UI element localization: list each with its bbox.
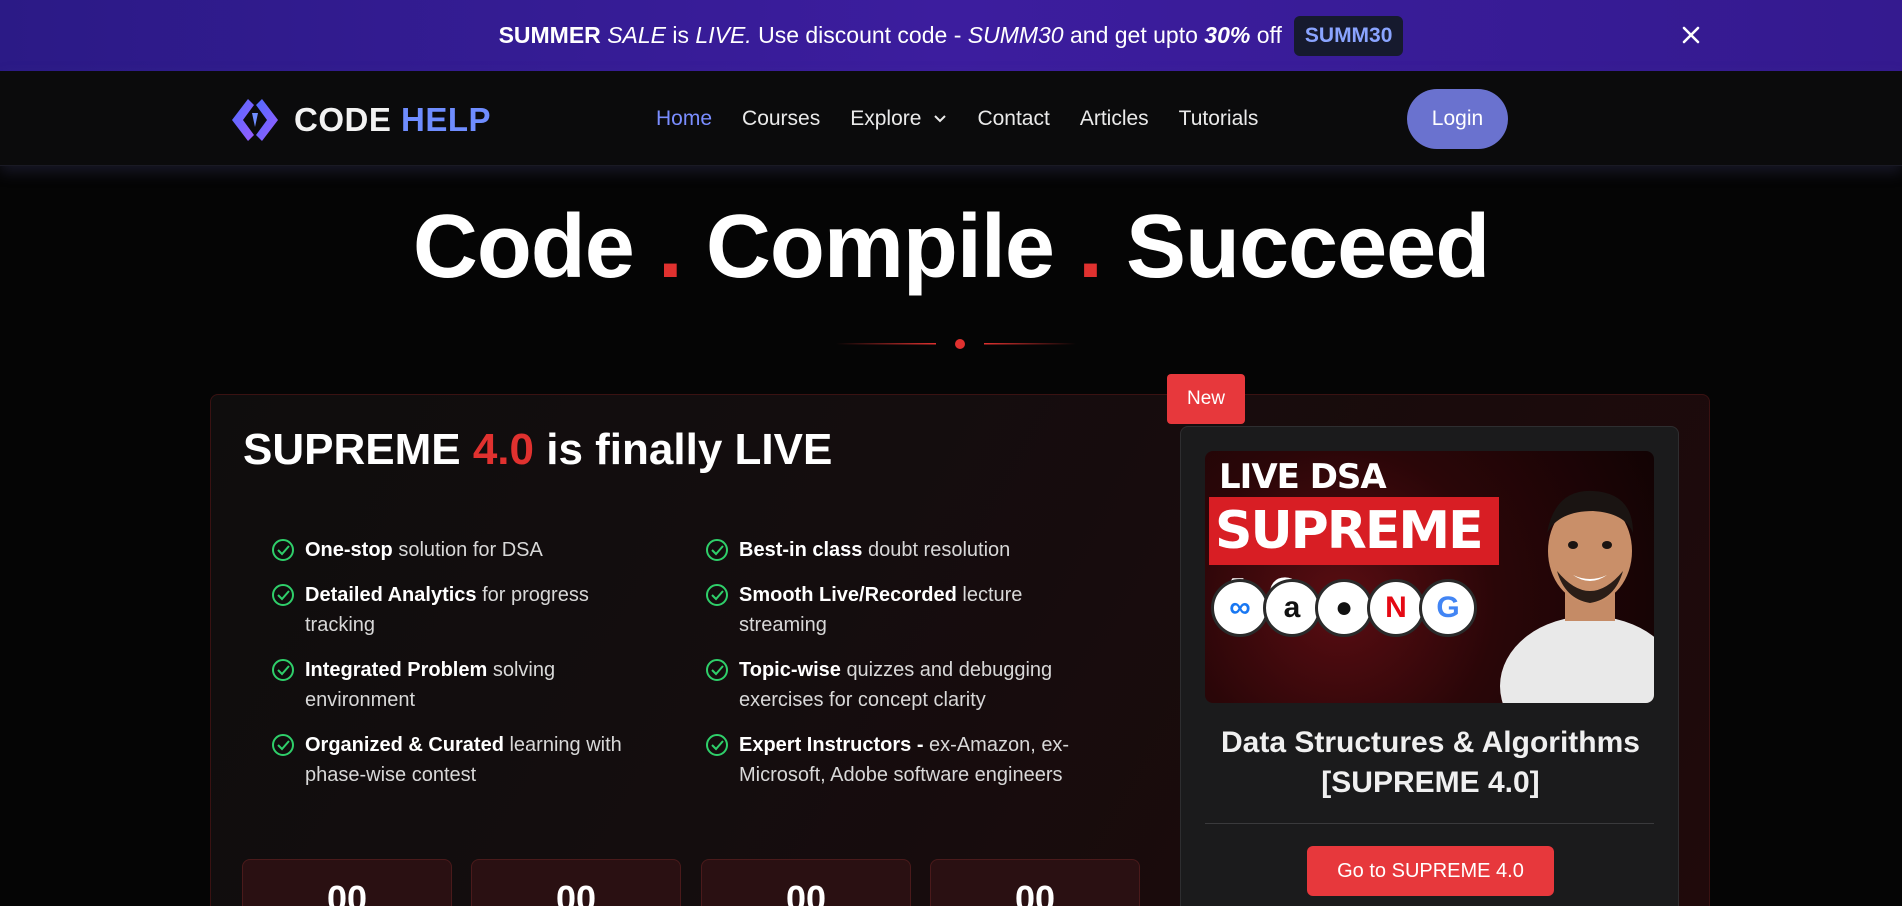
course-card[interactable]: LIVE DSA SUPREME 4.0 ∞ a ● N G Data Stru… [1180, 426, 1679, 906]
feature-bold: Best-in class [739, 539, 863, 561]
promo-discount: 30% [1204, 22, 1251, 48]
feature-bold: Expert Instructors - [739, 734, 924, 756]
course-title[interactable]: Data Structures & Algorithms [SUPREME 4.… [1181, 723, 1680, 803]
check-circle-icon [706, 659, 728, 681]
check-circle-icon [272, 539, 294, 561]
feature-bold: Detailed Analytics [305, 584, 477, 606]
feature-item: Organized & Curated learning with phase-… [271, 730, 651, 790]
netflix-logo-icon: N [1367, 579, 1425, 637]
feature-text: Expert Instructors - ex-Amazon, ex-Micro… [739, 730, 1095, 790]
hero-word-code: Code [412, 197, 635, 297]
login-button[interactable]: Login [1407, 89, 1508, 149]
nav-explore-label: Explore [850, 107, 922, 130]
countdown-box: 00 [701, 859, 911, 906]
feature-item: Detailed Analytics for progress tracking [271, 580, 651, 640]
close-icon[interactable] [1676, 20, 1706, 50]
feature-bold: Topic-wise [739, 659, 841, 681]
feature-text: Detailed Analytics for progress tracking [305, 580, 651, 640]
feature-text: Organized & Curated learning with phase-… [305, 730, 651, 790]
promo-word: is [672, 22, 690, 48]
hero-dot: . [1077, 197, 1103, 297]
go-to-supreme-button[interactable]: Go to SUPREME 4.0 [1307, 846, 1554, 896]
feature-text: Integrated Problem solving environment [305, 655, 651, 715]
card-title-live: is finally LIVE [546, 425, 833, 474]
check-circle-icon [706, 584, 728, 606]
feature-rest: doubt resolution [867, 539, 1011, 561]
apple-logo-icon: ● [1315, 579, 1373, 637]
promo-word: SUMMER [498, 22, 601, 48]
feature-item: One-stop solution for DSA [271, 535, 651, 565]
navbar: CODE HELP Home Courses Explore Contact A… [0, 71, 1902, 166]
promo-word: and get upto [1070, 22, 1198, 48]
countdown-box: 00 [930, 859, 1140, 906]
thumbnail-supreme-label: SUPREME 4.0 [1209, 497, 1499, 629]
nav-articles[interactable]: Articles [1080, 107, 1149, 131]
logo-text-code: CODE [294, 101, 392, 138]
hero-word-compile: Compile [705, 197, 1055, 297]
feature-bold: Organized & Curated [305, 734, 504, 756]
hero-word-succeed: Succeed [1125, 197, 1490, 297]
card-title-supreme: SUPREME [243, 425, 461, 474]
hero-title: Code . Compile . Succeed [0, 196, 1902, 299]
promo-banner: SUMMER SALE is LIVE. Use discount code -… [0, 0, 1902, 71]
feature-item: Smooth Live/Recorded lecture streaming [705, 580, 1095, 640]
nav-courses[interactable]: Courses [742, 107, 820, 131]
meta-logo-icon: ∞ [1211, 579, 1269, 637]
amazon-logo-icon: a [1263, 579, 1321, 637]
nav-explore[interactable]: Explore [850, 107, 947, 131]
new-badge: New [1167, 374, 1245, 424]
check-circle-icon [272, 659, 294, 681]
course-divider [1205, 823, 1654, 824]
promo-word: Use discount code - [758, 22, 962, 48]
promo-word: LIVE. [695, 22, 752, 48]
check-circle-icon [272, 584, 294, 606]
feature-bold: One-stop [305, 539, 393, 561]
countdown-box: 00 [471, 859, 681, 906]
card-title-version: 4.0 [472, 425, 534, 474]
hero-divider [836, 339, 1076, 349]
feature-rest: solution for DSA [398, 539, 543, 561]
feature-text: One-stop solution for DSA [305, 535, 543, 565]
google-logo-icon: G [1419, 579, 1477, 637]
feature-item: Integrated Problem solving environment [271, 655, 651, 715]
nav-home[interactable]: Home [656, 107, 712, 131]
chevron-down-icon [934, 115, 947, 123]
feature-bold: Smooth Live/Recorded [739, 584, 957, 606]
promo-code-text: SUMM30 [967, 22, 1064, 48]
card-title: SUPREME 4.0 is finally LIVE [243, 425, 832, 475]
check-circle-icon [706, 539, 728, 561]
countdown-box: 00 [242, 859, 452, 906]
codehelp-logo-icon [232, 99, 278, 141]
feature-item: Expert Instructors - ex-Amazon, ex-Micro… [705, 730, 1095, 790]
discount-code-chip[interactable]: SUMM30 [1293, 15, 1404, 56]
feature-bold: Integrated Problem [305, 659, 488, 681]
thumbnail-live-label: LIVE DSA [1219, 457, 1387, 497]
hero-dot: . [657, 197, 683, 297]
logo[interactable]: CODE HELP [226, 95, 491, 145]
feature-text: Topic-wise quizzes and debugging exercis… [739, 655, 1095, 715]
course-thumbnail[interactable]: LIVE DSA SUPREME 4.0 ∞ a ● N G [1205, 451, 1654, 703]
promo-word: off [1256, 22, 1282, 48]
feature-item: Best-in class doubt resolution [705, 535, 1095, 565]
nav-tutorials[interactable]: Tutorials [1179, 107, 1259, 131]
logo-text-help: HELP [401, 101, 492, 138]
check-circle-icon [272, 734, 294, 756]
instructor-photo [1500, 490, 1654, 703]
feature-item: Topic-wise quizzes and debugging exercis… [705, 655, 1095, 715]
nav-links: Home Courses Explore Contact Articles Tu… [656, 107, 1258, 131]
feature-text: Best-in class doubt resolution [739, 535, 1010, 565]
promo-word: SALE [607, 22, 667, 48]
logo-text: CODE HELP [294, 101, 491, 139]
company-logos: ∞ a ● N G [1211, 579, 1477, 637]
promo-message: SUMMER SALE is LIVE. Use discount code -… [498, 15, 1404, 56]
check-circle-icon [706, 734, 728, 756]
feature-text: Smooth Live/Recorded lecture streaming [739, 580, 1095, 640]
nav-contact[interactable]: Contact [977, 107, 1049, 131]
